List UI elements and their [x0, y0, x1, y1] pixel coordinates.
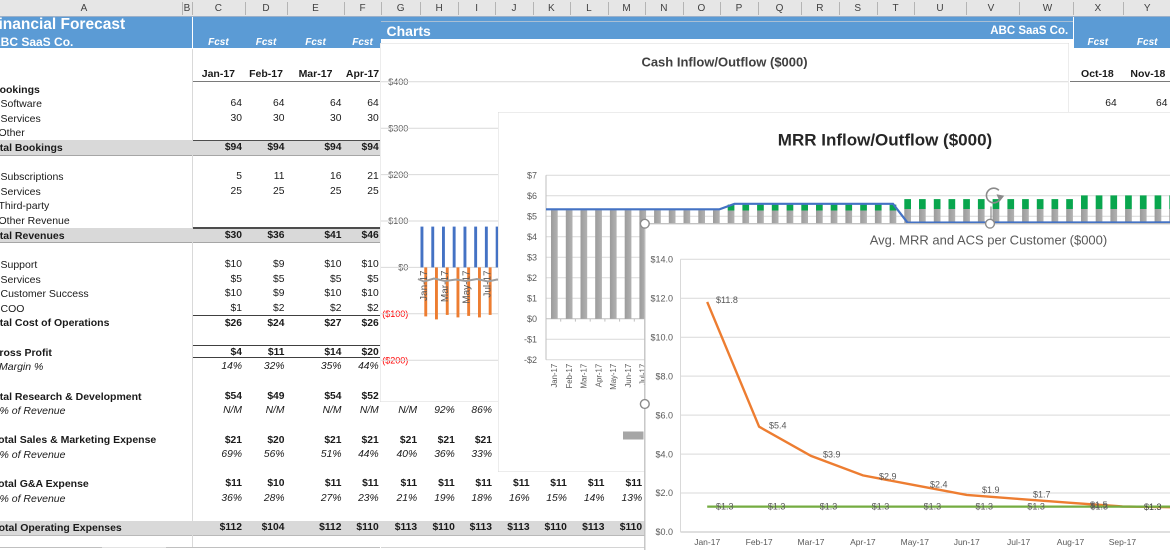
svg-text:Jan-17: Jan-17 — [419, 270, 430, 301]
svg-text:MRR Inflow/Outflow ($000): MRR Inflow/Outflow ($000) — [777, 131, 991, 150]
svg-text:$2.0: $2.0 — [655, 488, 673, 498]
svg-text:Mar-17: Mar-17 — [440, 270, 451, 302]
svg-text:Avg. MRR and ACS per Customer: Avg. MRR and ACS per Customer ($000) — [870, 233, 1107, 248]
svg-text:Jun-17: Jun-17 — [954, 537, 980, 547]
svg-text:$1.3: $1.3 — [820, 502, 838, 512]
svg-text:-$2: -$2 — [523, 355, 536, 365]
svg-text:$5.4: $5.4 — [769, 421, 787, 431]
svg-text:$1.9: $1.9 — [982, 485, 1000, 495]
svg-text:May-17: May-17 — [461, 270, 472, 304]
svg-text:Apr-17: Apr-17 — [850, 537, 876, 547]
svg-text:Feb-17: Feb-17 — [746, 537, 773, 547]
svg-text:Jul-17: Jul-17 — [483, 270, 494, 298]
svg-text:$1.3: $1.3 — [872, 502, 890, 512]
svg-text:Jan-17: Jan-17 — [550, 364, 559, 388]
svg-text:$0.0: $0.0 — [655, 527, 673, 537]
svg-text:$1.3: $1.3 — [924, 502, 942, 512]
svg-text:Feb-17: Feb-17 — [564, 364, 573, 389]
svg-text:$7: $7 — [526, 170, 536, 180]
svg-text:Jan-17: Jan-17 — [694, 537, 720, 547]
svg-text:Apr-17: Apr-17 — [594, 364, 603, 387]
svg-text:$6: $6 — [526, 191, 536, 201]
svg-text:May-17: May-17 — [609, 364, 618, 390]
svg-text:$1.3: $1.3 — [1027, 502, 1045, 512]
svg-text:$14.0: $14.0 — [650, 254, 673, 264]
svg-text:$1.3: $1.3 — [976, 502, 994, 512]
svg-text:$4.0: $4.0 — [655, 449, 673, 459]
svg-text:Mar-17: Mar-17 — [798, 537, 825, 547]
svg-text:Sep-17: Sep-17 — [1109, 537, 1137, 547]
svg-text:Jul-17: Jul-17 — [1007, 537, 1030, 547]
svg-text:$1.3: $1.3 — [1144, 502, 1162, 512]
svg-text:Mar-17: Mar-17 — [579, 364, 588, 389]
svg-text:$2: $2 — [526, 273, 536, 283]
svg-text:$0: $0 — [526, 314, 536, 324]
svg-text:$2.9: $2.9 — [879, 472, 897, 482]
svg-text:Cash Inflow/Outflow ($000): Cash Inflow/Outflow ($000) — [641, 55, 807, 70]
svg-text:$3: $3 — [526, 252, 536, 262]
svg-text:$8.0: $8.0 — [655, 371, 673, 381]
svg-text:$5: $5 — [526, 211, 536, 221]
svg-text:$1.3: $1.3 — [1091, 502, 1109, 512]
svg-text:$1.3: $1.3 — [716, 502, 734, 512]
svg-text:$10.0: $10.0 — [650, 332, 673, 342]
svg-text:May-17: May-17 — [901, 537, 930, 547]
svg-text:$12.0: $12.0 — [650, 293, 673, 303]
svg-text:$1.7: $1.7 — [1033, 490, 1051, 500]
svg-text:$2.4: $2.4 — [930, 480, 948, 490]
svg-text:$3.9: $3.9 — [823, 450, 841, 460]
svg-text:$6.0: $6.0 — [655, 410, 673, 420]
svg-text:$11.8: $11.8 — [716, 295, 738, 305]
svg-text:$1.3: $1.3 — [768, 502, 786, 512]
svg-text:$4: $4 — [526, 232, 536, 242]
svg-text:$1: $1 — [526, 293, 536, 303]
svg-text:-$1: -$1 — [523, 335, 536, 345]
svg-text:Aug-17: Aug-17 — [1057, 537, 1085, 547]
